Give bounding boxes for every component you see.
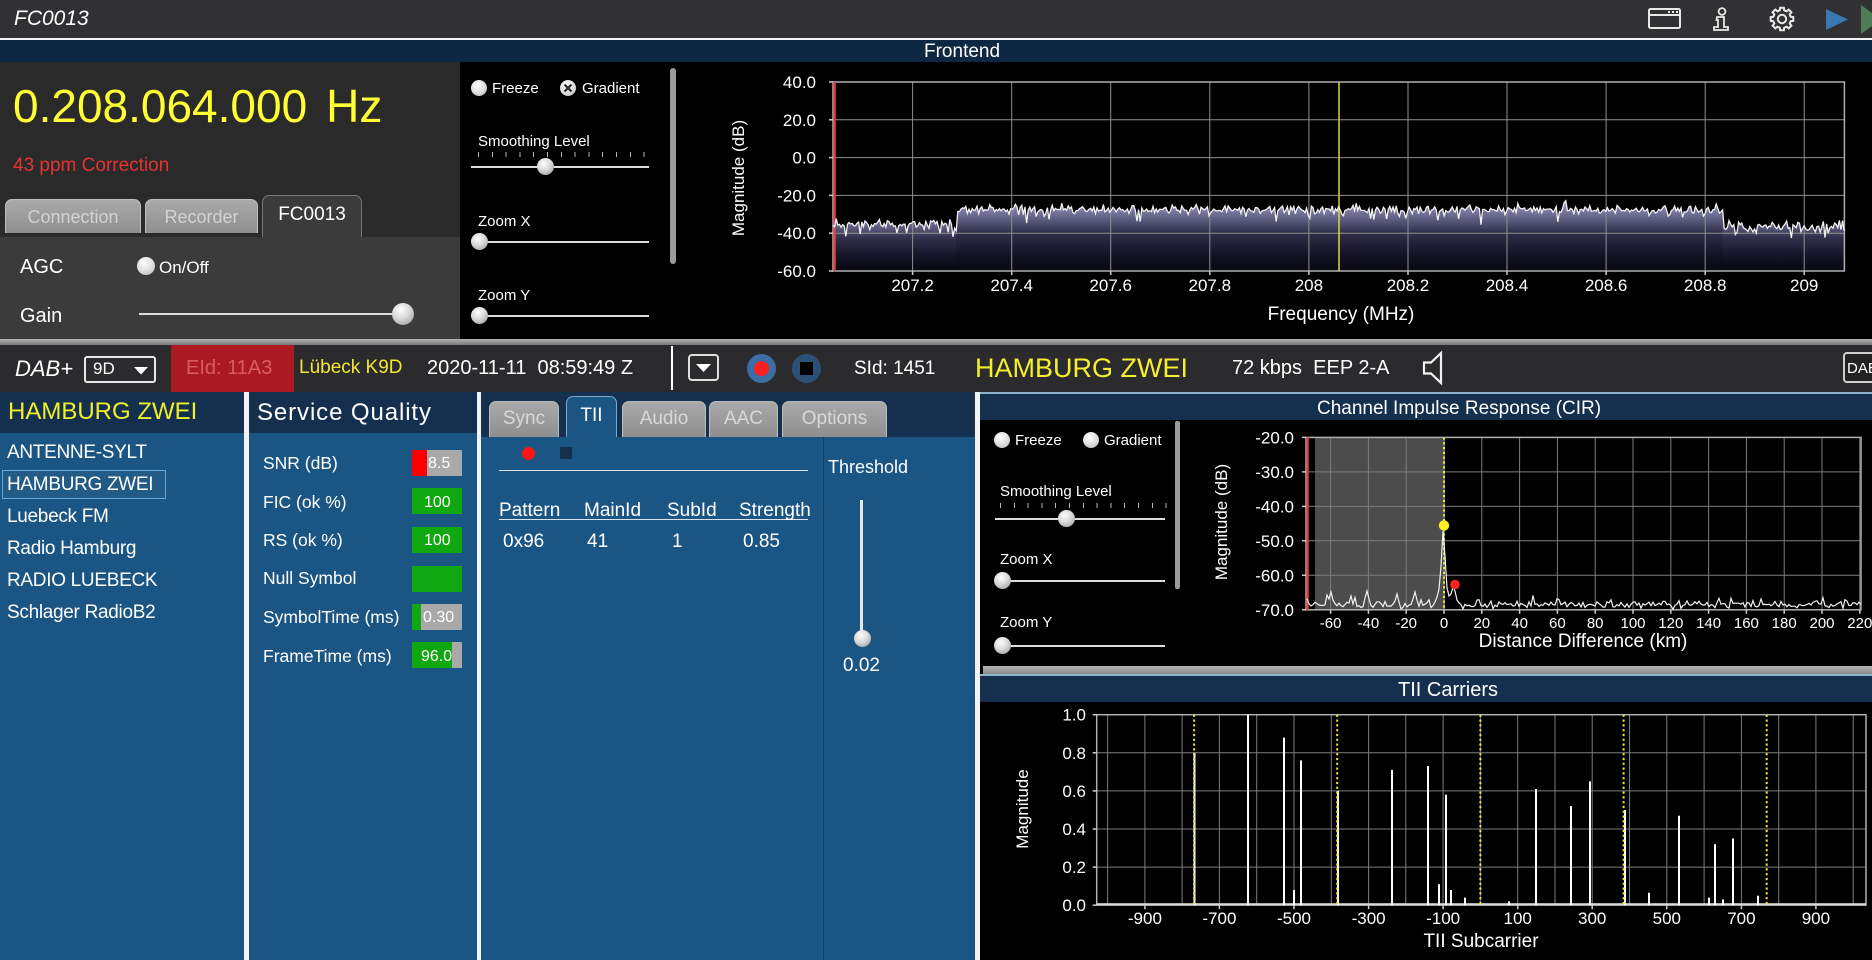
svg-text:900: 900: [1802, 909, 1830, 928]
svg-text:500: 500: [1653, 909, 1681, 928]
svg-text:Magnitude: Magnitude: [1013, 769, 1032, 848]
svg-text:0.6: 0.6: [1062, 782, 1086, 801]
svg-text:0.0: 0.0: [1062, 896, 1086, 915]
svg-text:-700: -700: [1202, 909, 1236, 928]
svg-text:-900: -900: [1128, 909, 1162, 928]
svg-text:0.8: 0.8: [1062, 744, 1086, 763]
svg-text:300: 300: [1578, 909, 1606, 928]
svg-text:700: 700: [1727, 909, 1755, 928]
svg-text:100: 100: [1504, 909, 1532, 928]
svg-text:0.2: 0.2: [1062, 858, 1086, 877]
svg-text:-300: -300: [1352, 909, 1386, 928]
svg-text:1.0: 1.0: [1062, 706, 1086, 725]
svg-text:-100: -100: [1426, 909, 1460, 928]
svg-text:-500: -500: [1277, 909, 1311, 928]
svg-text:0.4: 0.4: [1062, 820, 1086, 839]
svg-text:TII Subcarrier: TII Subcarrier: [1423, 931, 1539, 952]
